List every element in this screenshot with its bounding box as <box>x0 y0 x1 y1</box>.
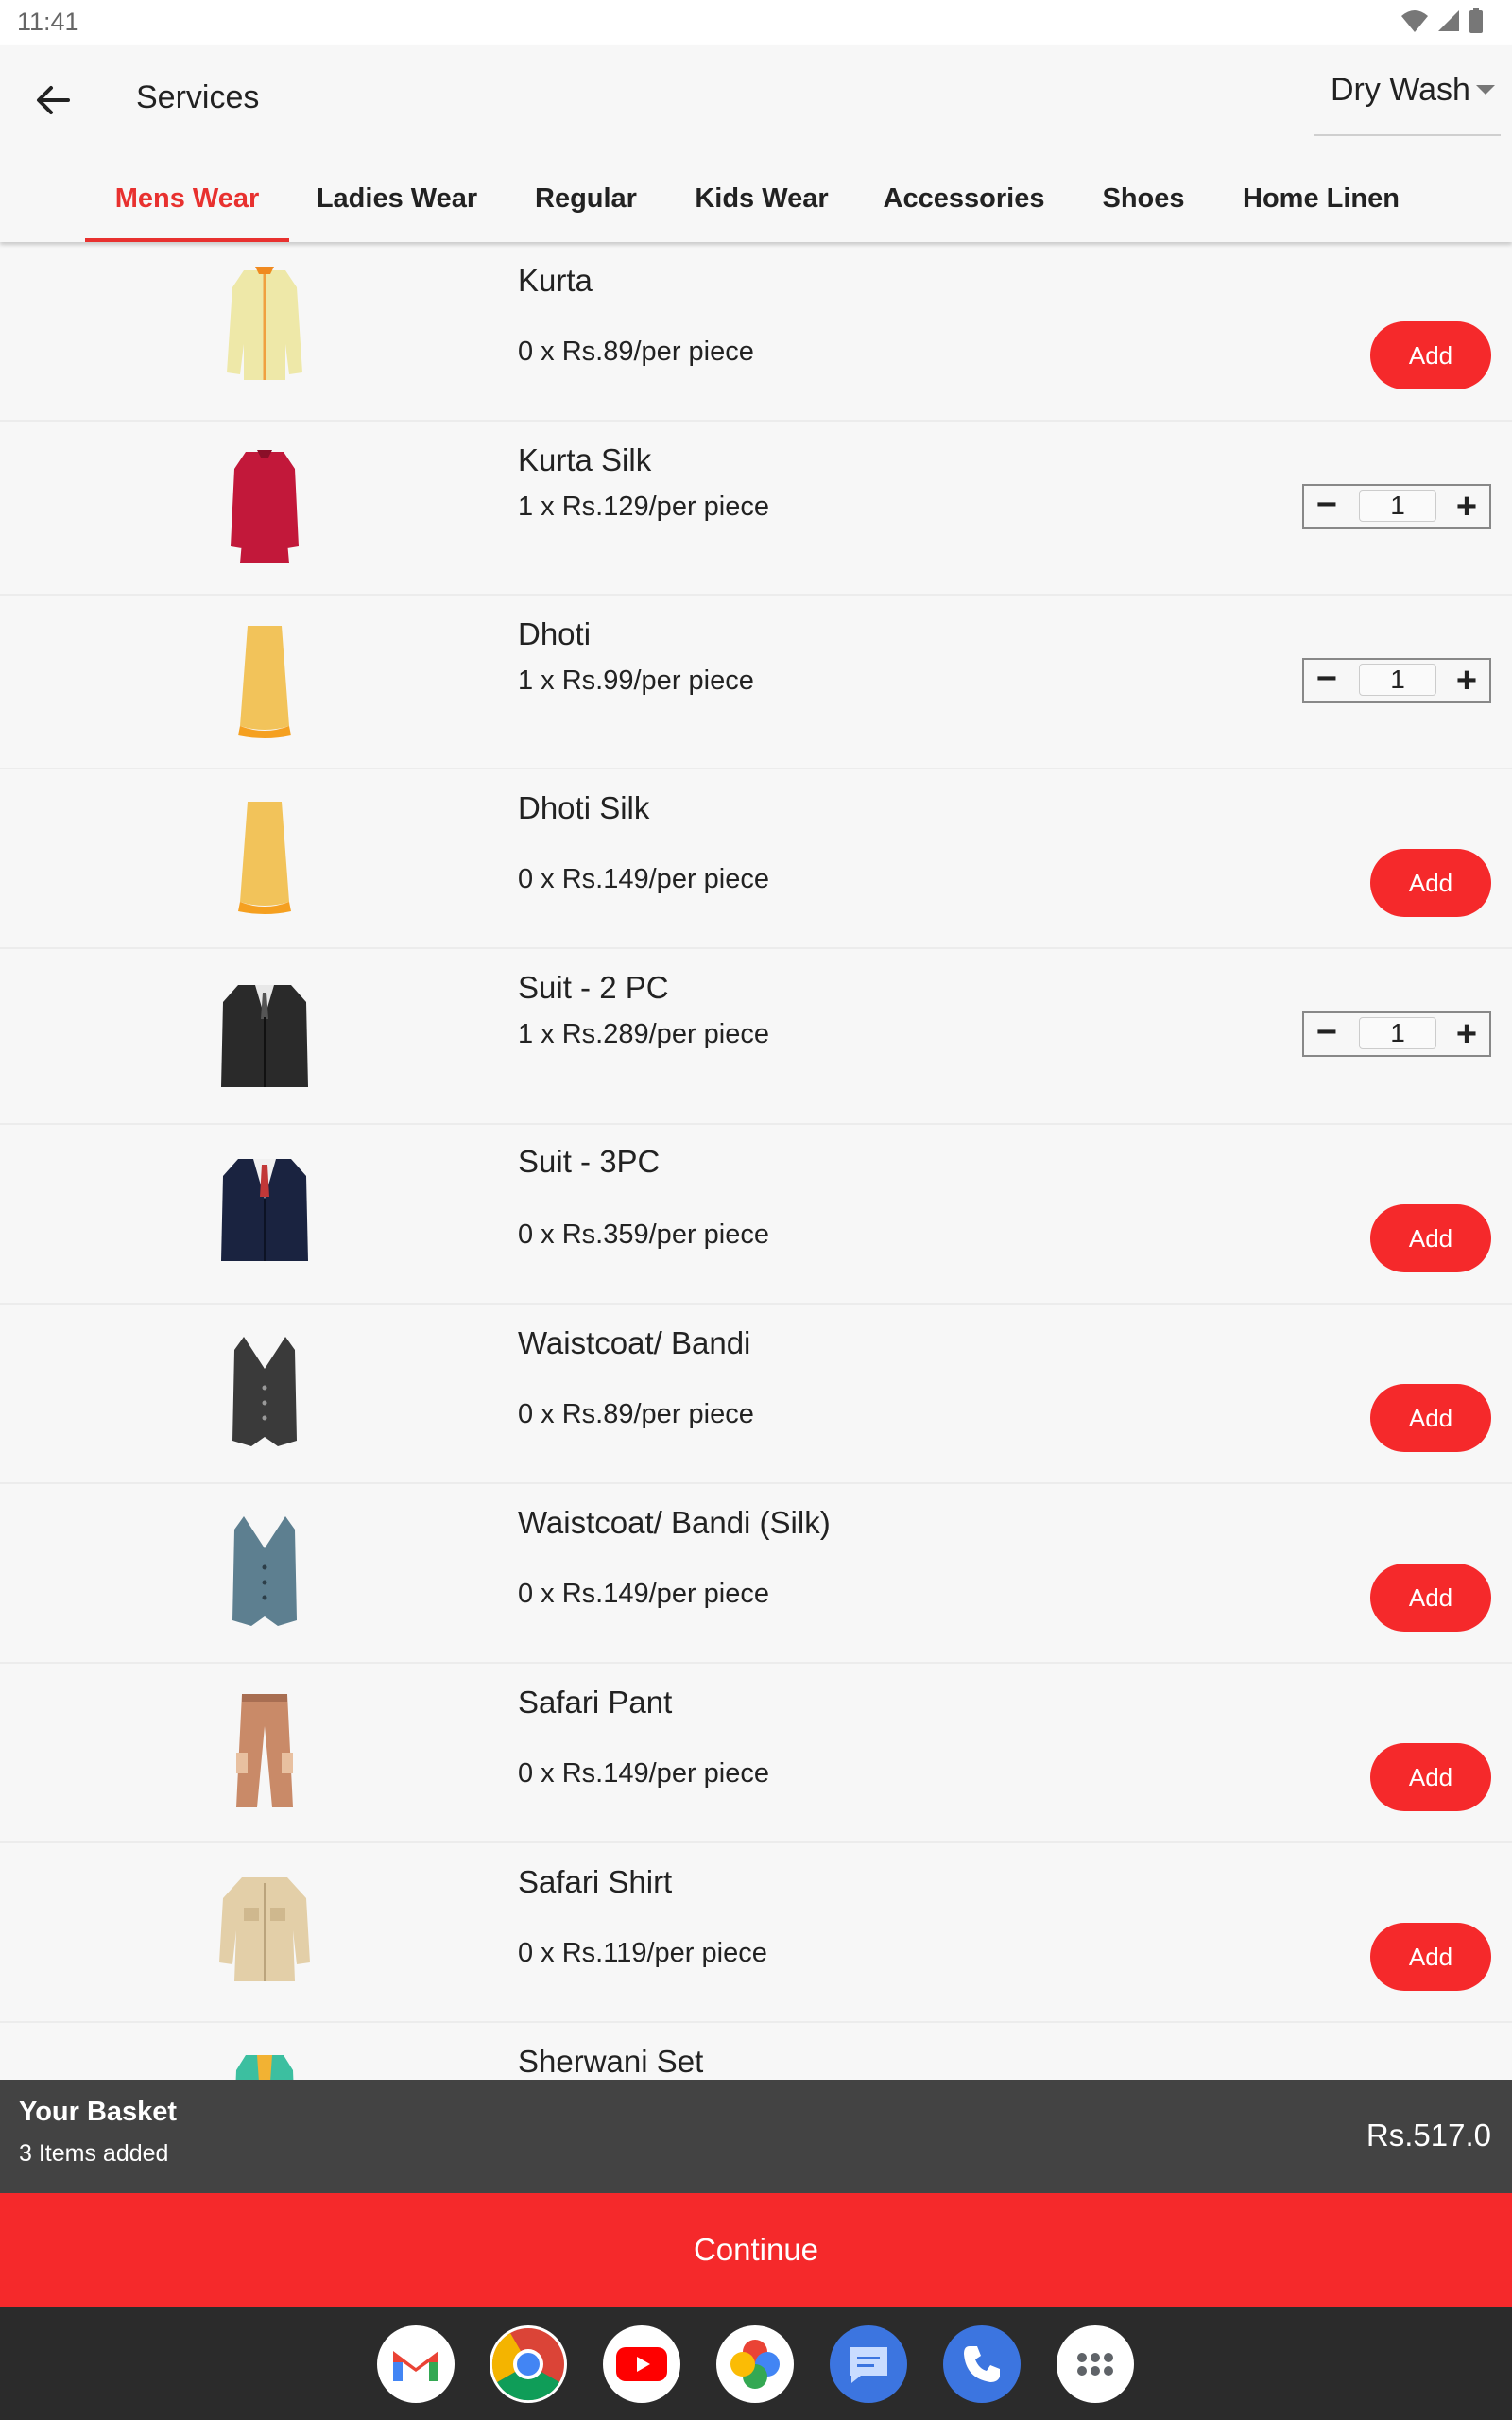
add-button[interactable]: Add <box>1370 1384 1491 1452</box>
item-name: Suit - 3PC <box>518 1144 661 1179</box>
photos-icon[interactable] <box>716 2325 794 2403</box>
list-item: Safari Shirt 0 x Rs.119/per piece Add <box>0 1843 1512 2023</box>
item-price: 1 x Rs.289/per piece <box>518 1019 769 1049</box>
item-price: 0 x Rs.89/per piece <box>518 337 754 367</box>
tab-mens-wear[interactable]: Mens Wear <box>85 168 289 242</box>
item-name: Kurta Silk <box>518 442 652 477</box>
decrement-button[interactable]: − <box>1314 487 1340 523</box>
tab-accessories[interactable]: Accessories <box>871 168 1057 242</box>
item-name: Dhoti <box>518 616 592 651</box>
item-name: Dhoti Silk <box>518 790 650 825</box>
basket-item-count: 3 Items added <box>19 2140 169 2167</box>
item-price: 0 x Rs.149/per piece <box>518 864 769 894</box>
list-item: Waistcoat/ Bandi 0 x Rs.89/per piece Add <box>0 1305 1512 1484</box>
tab-ladies-wear[interactable]: Ladies Wear <box>304 168 490 242</box>
category-tabs: Mens Wear Ladies Wear Regular Kids Wear … <box>0 168 1512 242</box>
app-dock <box>0 2307 1512 2420</box>
list-item: Kurta 0 x Rs.89/per piece Add <box>0 242 1512 422</box>
item-price: 0 x Rs.149/per piece <box>518 1579 769 1609</box>
waistcoat-silk-icon <box>232 1516 297 1626</box>
list-item: Dhoti Silk 0 x Rs.149/per piece Add <box>0 769 1512 949</box>
dhoti-icon <box>238 626 291 738</box>
tab-regular[interactable]: Regular <box>520 168 652 242</box>
tab-shoes[interactable]: Shoes <box>1087 168 1200 242</box>
add-button[interactable]: Add <box>1370 1204 1491 1272</box>
gmail-icon[interactable] <box>377 2325 455 2403</box>
item-price: 0 x Rs.119/per piece <box>518 1938 767 1968</box>
kurta-silk-icon <box>231 450 299 563</box>
item-name: Waistcoat/ Bandi <box>518 1325 751 1360</box>
item-price: 0 x Rs.359/per piece <box>518 1219 769 1250</box>
list-item: Kurta Silk 1 x Rs.129/per piece − 1 + <box>0 422 1512 596</box>
wifi-icon <box>1401 10 1428 32</box>
tab-kids-wear[interactable]: Kids Wear <box>682 168 841 242</box>
chrome-icon[interactable] <box>490 2325 567 2403</box>
increment-button[interactable]: + <box>1452 663 1482 699</box>
safari-shirt-icon <box>219 1877 310 1981</box>
page-title: Services <box>136 79 260 115</box>
service-type-value: Dry Wash <box>1331 72 1470 108</box>
quantity-stepper: − 1 + <box>1302 658 1491 703</box>
safari-pant-icon <box>236 1694 293 1807</box>
messages-icon[interactable] <box>830 2325 907 2403</box>
item-list[interactable]: Kurta 0 x Rs.89/per piece Add Kurta Silk… <box>0 242 1512 2080</box>
decrement-button[interactable]: − <box>1314 661 1340 697</box>
status-icons <box>1400 8 1484 34</box>
list-item: Dhoti 1 x Rs.99/per piece − 1 + <box>0 596 1512 769</box>
status-time: 11:41 <box>17 8 79 36</box>
kurta-icon <box>227 267 302 380</box>
quantity-stepper: − 1 + <box>1302 1011 1491 1057</box>
item-name: Safari Pant <box>518 1685 673 1720</box>
list-item: Safari Pant 0 x Rs.149/per piece Add <box>0 1664 1512 1843</box>
list-item: Suit - 2 PC 1 x Rs.289/per piece − 1 + <box>0 949 1512 1125</box>
phone-icon[interactable] <box>943 2325 1021 2403</box>
app-drawer-icon[interactable] <box>1057 2325 1134 2403</box>
tab-home-linen[interactable]: Home Linen <box>1228 168 1414 242</box>
continue-button[interactable]: Continue <box>0 2193 1512 2307</box>
add-button[interactable]: Add <box>1370 1743 1491 1811</box>
decrement-button[interactable]: − <box>1314 1014 1340 1050</box>
active-tab-indicator <box>85 238 289 242</box>
list-item: Waistcoat/ Bandi (Silk) 0 x Rs.149/per p… <box>0 1484 1512 1664</box>
app-bar: Services Dry Wash Mens Wear Ladies Wear … <box>0 45 1512 242</box>
caret-down-icon <box>1476 85 1495 95</box>
add-button[interactable]: Add <box>1370 1564 1491 1632</box>
increment-button[interactable]: + <box>1452 1016 1482 1052</box>
list-item: Sherwani Set <box>0 2023 1512 2080</box>
arrow-left-icon <box>37 86 70 114</box>
add-button[interactable]: Add <box>1370 849 1491 917</box>
list-item: Suit - 3PC 0 x Rs.359/per piece Add <box>0 1125 1512 1305</box>
quantity-field[interactable]: 1 <box>1359 664 1436 696</box>
quantity-stepper: − 1 + <box>1302 484 1491 529</box>
quantity-field[interactable]: 1 <box>1359 1017 1436 1049</box>
add-button[interactable]: Add <box>1370 321 1491 389</box>
back-button[interactable] <box>28 76 77 125</box>
basket-title: Your Basket <box>19 2097 178 2127</box>
item-price: 1 x Rs.129/per piece <box>518 492 769 522</box>
increment-button[interactable]: + <box>1452 489 1482 525</box>
item-price: 0 x Rs.89/per piece <box>518 1399 754 1429</box>
basket-summary: Your Basket 3 Items added Rs.517.0 <box>0 2080 1512 2193</box>
item-name: Sherwani Set <box>518 2044 704 2079</box>
suit-2pc-icon <box>221 985 308 1087</box>
sherwani-icon <box>235 2055 294 2080</box>
basket-total: Rs.517.0 <box>1366 2118 1491 2152</box>
status-bar: 11:41 <box>0 0 1512 45</box>
item-name: Safari Shirt <box>518 1864 673 1899</box>
suit-3pc-icon <box>221 1159 308 1261</box>
quantity-field[interactable]: 1 <box>1359 490 1436 522</box>
youtube-icon[interactable] <box>603 2325 680 2403</box>
item-name: Waistcoat/ Bandi (Silk) <box>518 1505 831 1540</box>
add-button[interactable]: Add <box>1370 1923 1491 1991</box>
item-name: Kurta <box>518 263 593 298</box>
signal-icon <box>1438 10 1459 31</box>
item-price: 0 x Rs.149/per piece <box>518 1758 769 1789</box>
item-price: 1 x Rs.99/per piece <box>518 666 754 696</box>
item-name: Suit - 2 PC <box>518 970 669 1005</box>
battery-icon <box>1469 8 1483 33</box>
waistcoat-icon <box>232 1337 297 1446</box>
service-type-dropdown[interactable]: Dry Wash <box>1314 68 1501 136</box>
dhoti-silk-icon <box>238 802 291 914</box>
